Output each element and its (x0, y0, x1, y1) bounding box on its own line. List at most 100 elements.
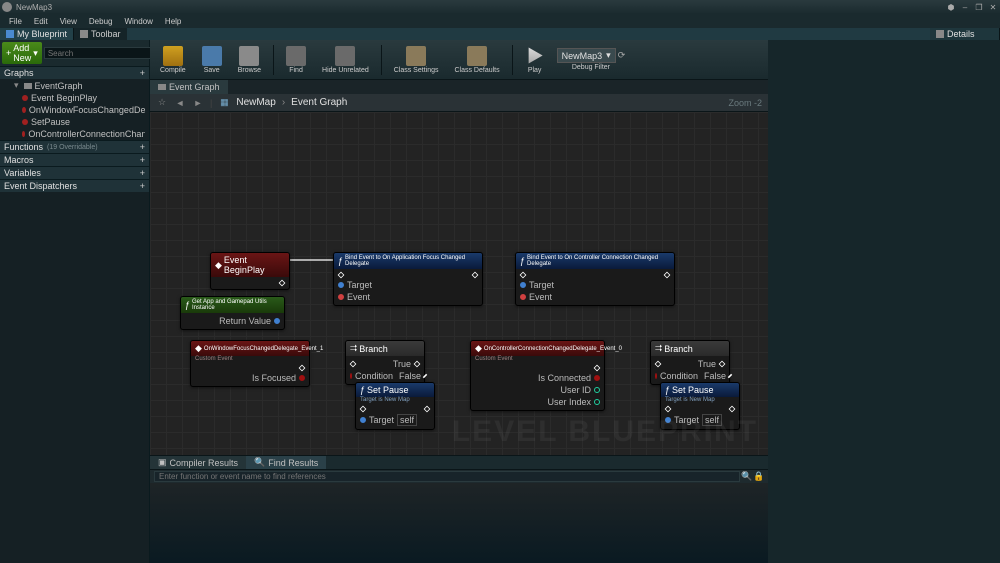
menu-window[interactable]: Window (119, 17, 157, 26)
class-defaults-label: Class Defaults (454, 67, 499, 74)
menu-file[interactable]: File (4, 17, 27, 26)
search-icon[interactable]: 🔍 (742, 472, 752, 482)
bool-out-pin[interactable] (299, 375, 305, 381)
pin-label: Condition (660, 371, 698, 381)
exec-out-pin[interactable] (279, 280, 286, 287)
target-pin[interactable] (520, 282, 526, 288)
add-macro-button[interactable]: + (140, 155, 145, 165)
tree-item[interactable]: Event BeginPlay (0, 92, 149, 104)
debug-next-icon[interactable]: ⟳ (618, 50, 626, 61)
exec-out-pin[interactable] (472, 272, 479, 279)
section-macros[interactable]: Macros + (0, 153, 149, 166)
exec-true-pin[interactable] (414, 361, 421, 368)
pin-label: Return Value (219, 316, 271, 326)
menu-debug[interactable]: Debug (84, 17, 118, 26)
section-graphs[interactable]: Graphs + (0, 66, 149, 79)
blueprint-search-input[interactable] (44, 47, 162, 59)
find-input[interactable] (154, 471, 740, 482)
exec-in-pin[interactable] (520, 272, 527, 279)
compile-button[interactable]: Compile (156, 45, 190, 75)
add-function-button[interactable]: + (140, 142, 145, 152)
target-pin[interactable] (338, 282, 344, 288)
menu-view[interactable]: View (55, 17, 82, 26)
nav-back-button[interactable]: ◄ (174, 97, 186, 109)
find-lock-icon[interactable]: 🔒 (754, 472, 764, 482)
exec-false-pin[interactable] (423, 374, 428, 379)
event-pin[interactable] (338, 294, 344, 300)
node-set-pause[interactable]: ƒSet Pause Target is New Map Targetself (355, 382, 435, 430)
tab-compiler-results[interactable]: ▣Compiler Results (150, 456, 246, 469)
node-focus-event[interactable]: ◆OnWindowFocusChangedDelegate_Event_1 Cu… (190, 340, 310, 387)
favorite-icon[interactable]: ☆ (156, 97, 168, 109)
nav-fwd-button[interactable]: ► (192, 97, 204, 109)
compile-icon (163, 46, 183, 66)
browse-button[interactable]: Browse (234, 45, 265, 75)
close-button[interactable]: ✕ (988, 2, 998, 12)
menu-help[interactable]: Help (160, 17, 186, 26)
exec-false-pin[interactable] (728, 374, 733, 379)
exec-out-pin[interactable] (729, 406, 736, 413)
find-button[interactable]: Find (282, 45, 310, 75)
exec-true-pin[interactable] (719, 361, 726, 368)
debug-object-dropdown[interactable]: NewMap3▾ (557, 48, 616, 63)
breadcrumb-root[interactable]: NewMap (236, 97, 275, 108)
target-pin[interactable] (360, 417, 366, 423)
return-pin[interactable] (274, 318, 280, 324)
exec-out-pin[interactable] (299, 365, 306, 372)
tab-event-graph[interactable]: Event Graph (150, 80, 228, 94)
class-settings-button[interactable]: Class Settings (390, 45, 443, 75)
graph-canvas[interactable]: ◆Event BeginPlay ƒBind Event to On Appli… (150, 112, 768, 455)
plus-icon: + (6, 48, 11, 58)
restore-button[interactable]: ❐ (974, 2, 984, 12)
class-defaults-button[interactable]: Class Defaults (450, 45, 503, 75)
node-branch[interactable]: ⮆Branch True ConditionFalse (345, 340, 425, 385)
int-out-pin[interactable] (594, 399, 600, 405)
breadcrumb-leaf[interactable]: Event Graph (291, 97, 347, 108)
add-dispatcher-button[interactable]: + (140, 181, 145, 191)
event-pin[interactable] (520, 294, 526, 300)
node-get-utils[interactable]: ƒGet App and Gamepad Utils Instance Retu… (180, 296, 285, 330)
tab-find-results[interactable]: 🔍Find Results (246, 456, 326, 469)
add-variable-button[interactable]: + (140, 168, 145, 178)
graph-grid-icon[interactable]: ▦ (218, 97, 230, 109)
node-bind-controller[interactable]: ƒBind Event to On Controller Connection … (515, 252, 675, 306)
condition-pin[interactable] (655, 373, 657, 379)
hide-unrelated-button[interactable]: Hide Unrelated (318, 45, 373, 75)
node-event-beginplay[interactable]: ◆Event BeginPlay (210, 252, 290, 290)
save-button[interactable]: Save (198, 45, 226, 75)
notification-icon[interactable]: ⬢ (946, 2, 956, 12)
exec-out-pin[interactable] (424, 406, 431, 413)
tree-item[interactable]: SetPause (0, 116, 149, 128)
tab-details[interactable]: Details (930, 28, 1000, 40)
bottom-tabs: ▣Compiler Results 🔍Find Results (150, 455, 768, 469)
tree-eventgraph[interactable]: ▾ EventGraph (0, 79, 149, 92)
exec-in-pin[interactable] (655, 361, 662, 368)
add-new-button[interactable]: + Add New ▾ (2, 42, 42, 64)
section-functions[interactable]: Functions (19 Overridable) + (0, 140, 149, 153)
section-variables[interactable]: Variables + (0, 166, 149, 179)
section-dispatchers[interactable]: Event Dispatchers + (0, 179, 149, 192)
tree-item[interactable]: OnWindowFocusChangedDelegate_Event_1 (0, 104, 149, 116)
exec-in-pin[interactable] (665, 406, 672, 413)
tree-item[interactable]: OnControllerConnectionChangedDelegate_Ev… (0, 128, 149, 140)
play-button[interactable]: Play (521, 45, 549, 75)
exec-in-pin[interactable] (360, 406, 367, 413)
node-controller-event[interactable]: ◆OnControllerConnectionChangedDelegate_E… (470, 340, 605, 411)
exec-out-pin[interactable] (664, 272, 671, 279)
node-branch[interactable]: ⮆Branch True ConditionFalse (650, 340, 730, 385)
condition-pin[interactable] (350, 373, 352, 379)
exec-out-pin[interactable] (594, 365, 601, 372)
add-graph-button[interactable]: + (140, 68, 145, 78)
menu-edit[interactable]: Edit (29, 17, 53, 26)
tab-my-blueprint[interactable]: My Blueprint (0, 28, 74, 40)
bool-out-pin[interactable] (594, 375, 600, 381)
minimize-button[interactable]: – (960, 2, 970, 12)
node-title: OnControllerConnectionChangedDelegate_Ev… (484, 346, 622, 352)
footer-fade (150, 483, 768, 563)
exec-in-pin[interactable] (338, 272, 345, 279)
center-panel: Compile Save Browse Find Hide Unrelated … (150, 40, 768, 563)
node-bind-focus[interactable]: ƒBind Event to On Application Focus Chan… (333, 252, 483, 306)
pin-label: Target (529, 280, 554, 290)
int-out-pin[interactable] (594, 387, 600, 393)
exec-in-pin[interactable] (350, 361, 357, 368)
